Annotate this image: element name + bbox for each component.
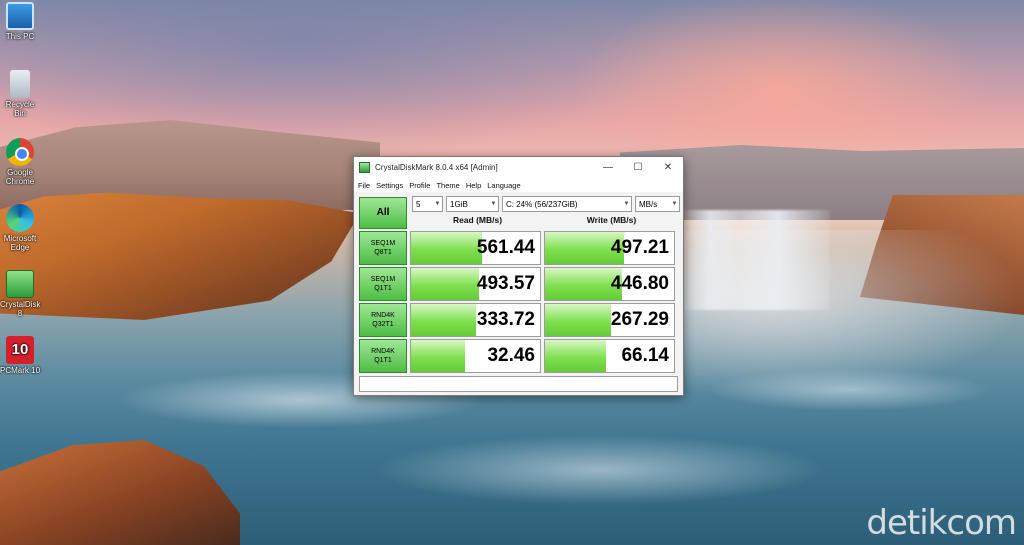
desktop-icon-edge[interactable]: Microsoft Edge — [0, 204, 40, 252]
title-bar[interactable]: CrystalDiskMark 8.0.4 x64 [Admin] — ☐ ✕ — [354, 157, 683, 178]
crystaldiskmark-window: CrystalDiskMark 8.0.4 x64 [Admin] — ☐ ✕ … — [353, 156, 684, 396]
background-waterfall — [680, 210, 830, 310]
desktop-icon-pcmark[interactable]: 10 PCMark 10 — [0, 336, 40, 375]
test-name-line2: Q1T1 — [374, 285, 392, 292]
read-column-header: Read (MB/s) — [452, 215, 503, 225]
write-result-value: 497.21 — [610, 237, 669, 258]
result-row: SEQ1M Q1T1 493.57 446.80 — [359, 267, 678, 301]
write-result-cell: 66.14 — [544, 339, 675, 373]
comment-field[interactable] — [359, 376, 678, 392]
chevron-down-icon: ▼ — [671, 201, 678, 207]
read-result-cell: 493.57 — [410, 267, 541, 301]
read-result-value: 561.44 — [476, 237, 535, 258]
read-result-value: 493.57 — [476, 273, 535, 294]
background-hills-left — [0, 120, 380, 210]
write-column-header: Write (MB/s) — [586, 215, 637, 225]
read-result-value: 32.46 — [487, 345, 535, 366]
unit-value: MB/s — [639, 199, 658, 209]
test-count-select[interactable]: 5 ▼ — [412, 196, 443, 212]
menu-profile[interactable]: Profile — [409, 181, 430, 190]
pcmark-icon: 10 — [6, 336, 34, 364]
background-cliff-right — [860, 195, 1024, 315]
run-all-button[interactable]: All — [359, 196, 407, 229]
write-result-cell: 446.80 — [544, 267, 675, 301]
test-button[interactable]: RND4K Q32T1 — [359, 303, 407, 337]
maximize-button[interactable]: ☐ — [623, 157, 653, 178]
menu-theme[interactable]: Theme — [436, 181, 459, 190]
test-button[interactable]: SEQ1M Q1T1 — [359, 267, 407, 301]
crystaldiskmark-icon — [6, 270, 34, 298]
chrome-icon — [6, 138, 34, 166]
write-result-value: 446.80 — [610, 273, 669, 294]
write-result-cell: 267.29 — [544, 303, 675, 337]
edge-icon — [6, 204, 34, 232]
test-count-value: 5 — [416, 199, 421, 209]
results-table: SEQ1M Q8T1 561.44 497.21 SEQ1M Q1T1 493.57 446.… — [359, 231, 678, 373]
test-size-select[interactable]: 1GiB ▼ — [446, 196, 499, 212]
test-button[interactable]: RND4K Q1T1 — [359, 339, 407, 373]
background-rock — [0, 440, 240, 545]
write-result-value: 267.29 — [610, 309, 669, 330]
read-result-bar — [411, 340, 466, 372]
minimize-button[interactable]: — — [593, 157, 623, 178]
test-name-line1: RND4K — [371, 312, 395, 319]
read-result-cell: 561.44 — [410, 231, 541, 265]
desktop-icon-label: This PC — [5, 32, 35, 41]
unit-select[interactable]: MB/s ▼ — [635, 196, 680, 212]
test-name-line1: SEQ1M — [370, 240, 396, 247]
desktop-icon-label: Google Chrome — [5, 168, 35, 186]
desktop-icon-label: Microsoft Edge — [3, 234, 37, 252]
window-title: CrystalDiskMark 8.0.4 x64 [Admin] — [375, 163, 498, 172]
desktop-icon-label: Recycle Bin — [5, 100, 35, 118]
read-result-cell: 333.72 — [410, 303, 541, 337]
menu-bar: File Settings Profile Theme Help Languag… — [354, 178, 683, 192]
write-result-bar — [545, 340, 606, 372]
test-name-line2: Q8T1 — [374, 249, 392, 256]
drive-select[interactable]: C: 24% (56/237GiB) ▼ — [502, 196, 632, 212]
chevron-down-icon: ▼ — [490, 201, 497, 207]
test-name-line1: RND4K — [371, 348, 395, 355]
menu-settings[interactable]: Settings — [376, 181, 403, 190]
close-button[interactable]: ✕ — [653, 157, 683, 178]
menu-file[interactable]: File — [358, 181, 370, 190]
watermark: detikcom — [866, 503, 1017, 543]
drive-value: C: 24% (56/237GiB) — [506, 199, 578, 209]
read-result-cell: 32.46 — [410, 339, 541, 373]
controls-row: All 5 ▼ 1GiB ▼ C: 24% (56/237GiB) ▼ MB/s… — [359, 194, 680, 231]
menu-language[interactable]: Language — [487, 181, 520, 190]
desktop-icon-crystaldiskmark[interactable]: CrystalDisk 8 — [0, 270, 40, 318]
desktop-icon-this-pc[interactable]: This PC — [0, 2, 40, 41]
pc-icon — [6, 2, 34, 30]
test-name-line2: Q32T1 — [372, 321, 394, 328]
read-result-value: 333.72 — [476, 309, 535, 330]
write-result-cell: 497.21 — [544, 231, 675, 265]
write-result-value: 66.14 — [621, 345, 669, 366]
recycle-bin-icon — [10, 70, 30, 98]
read-result-bar — [411, 304, 476, 336]
test-size-value: 1GiB — [450, 199, 468, 209]
chevron-down-icon: ▼ — [434, 201, 441, 207]
background-cliff-left — [0, 192, 360, 320]
test-name-line2: Q1T1 — [374, 357, 392, 364]
desktop-icon-recycle-bin[interactable]: Recycle Bin — [0, 70, 40, 118]
menu-help[interactable]: Help — [466, 181, 481, 190]
test-button[interactable]: SEQ1M Q8T1 — [359, 231, 407, 265]
result-row: RND4K Q32T1 333.72 267.29 — [359, 303, 678, 337]
crystaldiskmark-app-icon — [359, 162, 370, 173]
read-result-bar — [411, 232, 482, 264]
chevron-down-icon: ▼ — [623, 201, 630, 207]
result-row: SEQ1M Q8T1 561.44 497.21 — [359, 231, 678, 265]
desktop-icon-label: CrystalDisk 8 — [0, 300, 41, 318]
test-name-line1: SEQ1M — [370, 276, 396, 283]
write-result-bar — [545, 304, 611, 336]
read-result-bar — [411, 268, 480, 300]
desktop-icon-label: PCMark 10 — [0, 366, 41, 375]
result-row: RND4K Q1T1 32.46 66.14 — [359, 339, 678, 373]
desktop-icon-chrome[interactable]: Google Chrome — [0, 138, 40, 186]
